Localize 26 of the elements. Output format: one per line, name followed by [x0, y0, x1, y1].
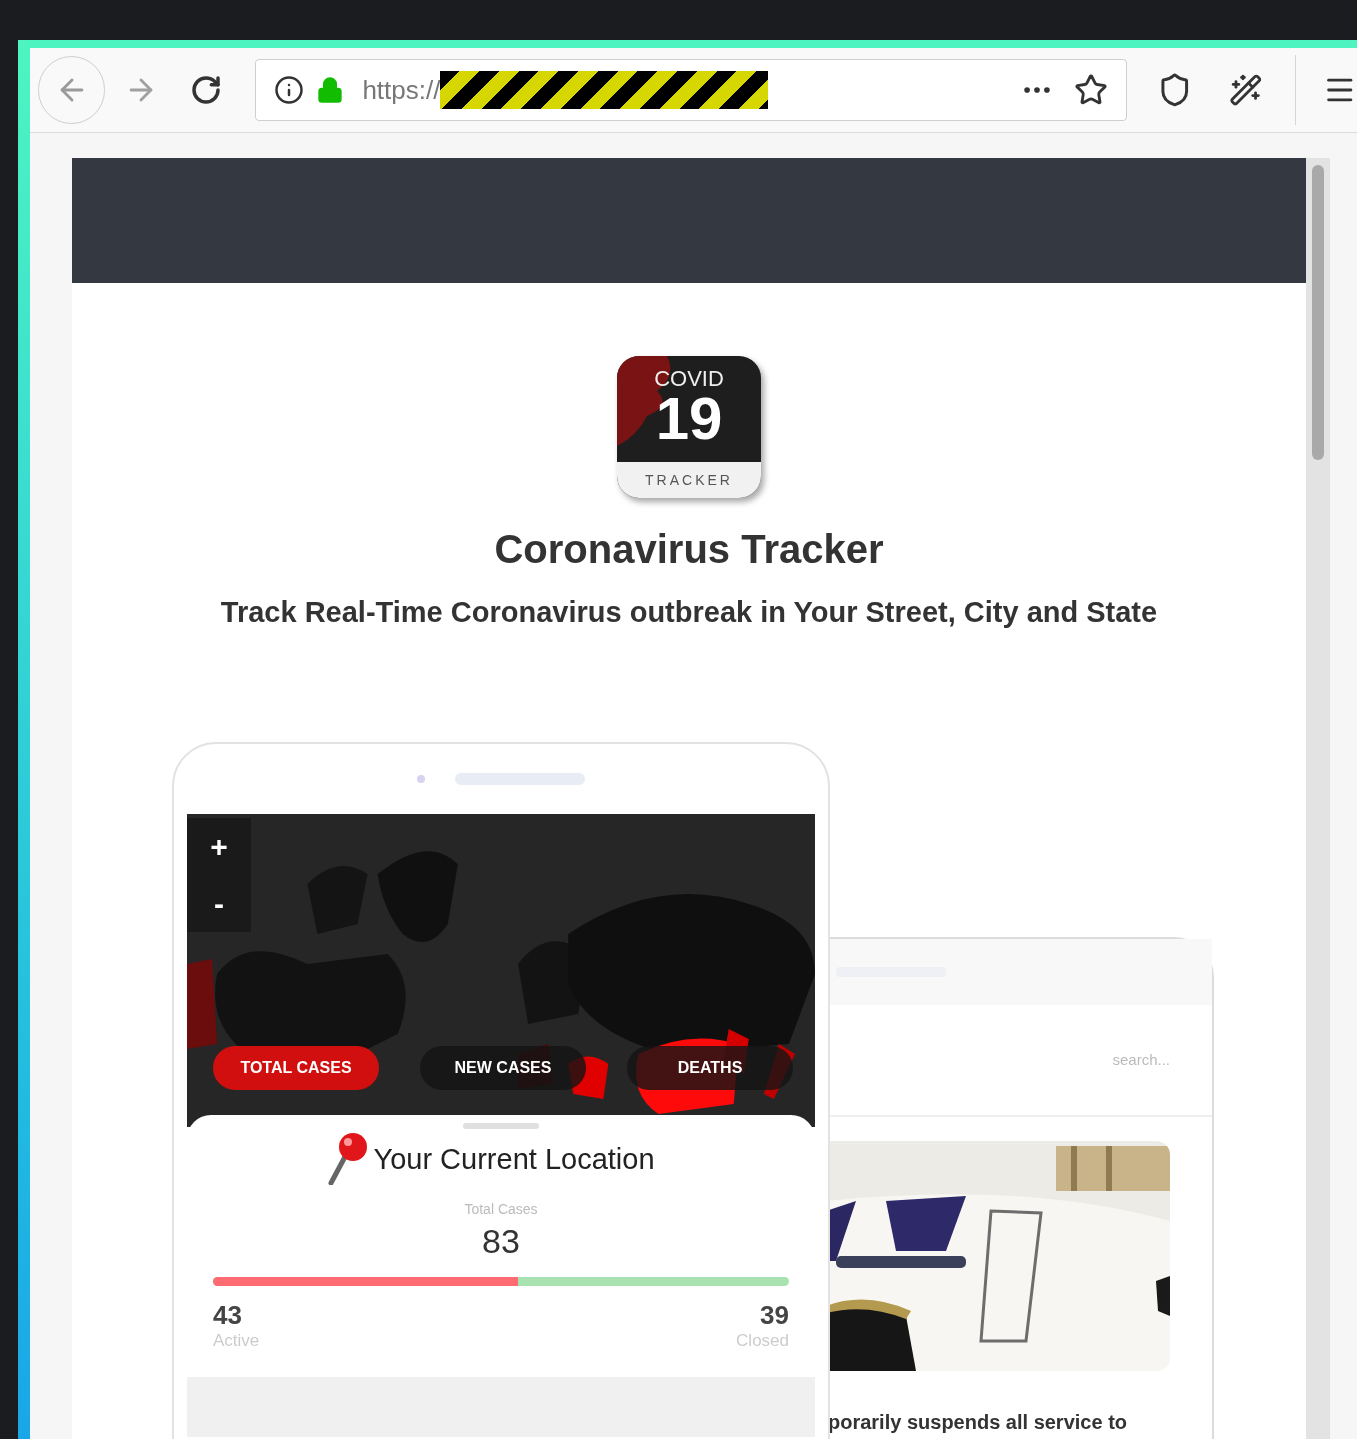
search-field[interactable]: search...	[1080, 1049, 1170, 1072]
page-subtitle: Track Real-Time Coronavirus outbreak in Your Street, City and State	[220, 595, 1158, 630]
phone-camera	[417, 775, 425, 784]
info-icon[interactable]	[274, 75, 305, 105]
total-cases-value: 83	[482, 1221, 520, 1263]
closed-count: 39	[760, 1301, 789, 1328]
scrollbar-thumb[interactable]	[1312, 165, 1324, 460]
map-tab[interactable]: TOTAL CASES	[213, 1046, 379, 1091]
zoom-button[interactable]: +	[210, 831, 228, 862]
zoom-button[interactable]: -	[214, 888, 224, 919]
location-title: Your Current Location	[373, 1141, 655, 1177]
map-tab[interactable]: NEW CASES	[420, 1046, 586, 1091]
reload-icon	[189, 74, 222, 106]
logo-text: COVID	[654, 368, 724, 390]
map-tab[interactable]: DEATHS	[627, 1046, 793, 1091]
active-count: 43	[213, 1301, 243, 1328]
url-text: https://	[362, 73, 441, 107]
page-title: Coronavirus Tracker	[494, 526, 884, 573]
wand-icon[interactable]	[1229, 73, 1263, 107]
address-bar[interactable]: https://	[255, 59, 1128, 121]
lock-icon[interactable]	[316, 76, 345, 104]
logo-number: 19	[655, 390, 723, 448]
news-headline: porarily suspends all service to	[827, 1410, 1128, 1436]
total-cases-label: Total Cases	[464, 1200, 538, 1220]
logo-text: TRACKER	[645, 470, 733, 490]
star-icon[interactable]	[1074, 73, 1109, 107]
